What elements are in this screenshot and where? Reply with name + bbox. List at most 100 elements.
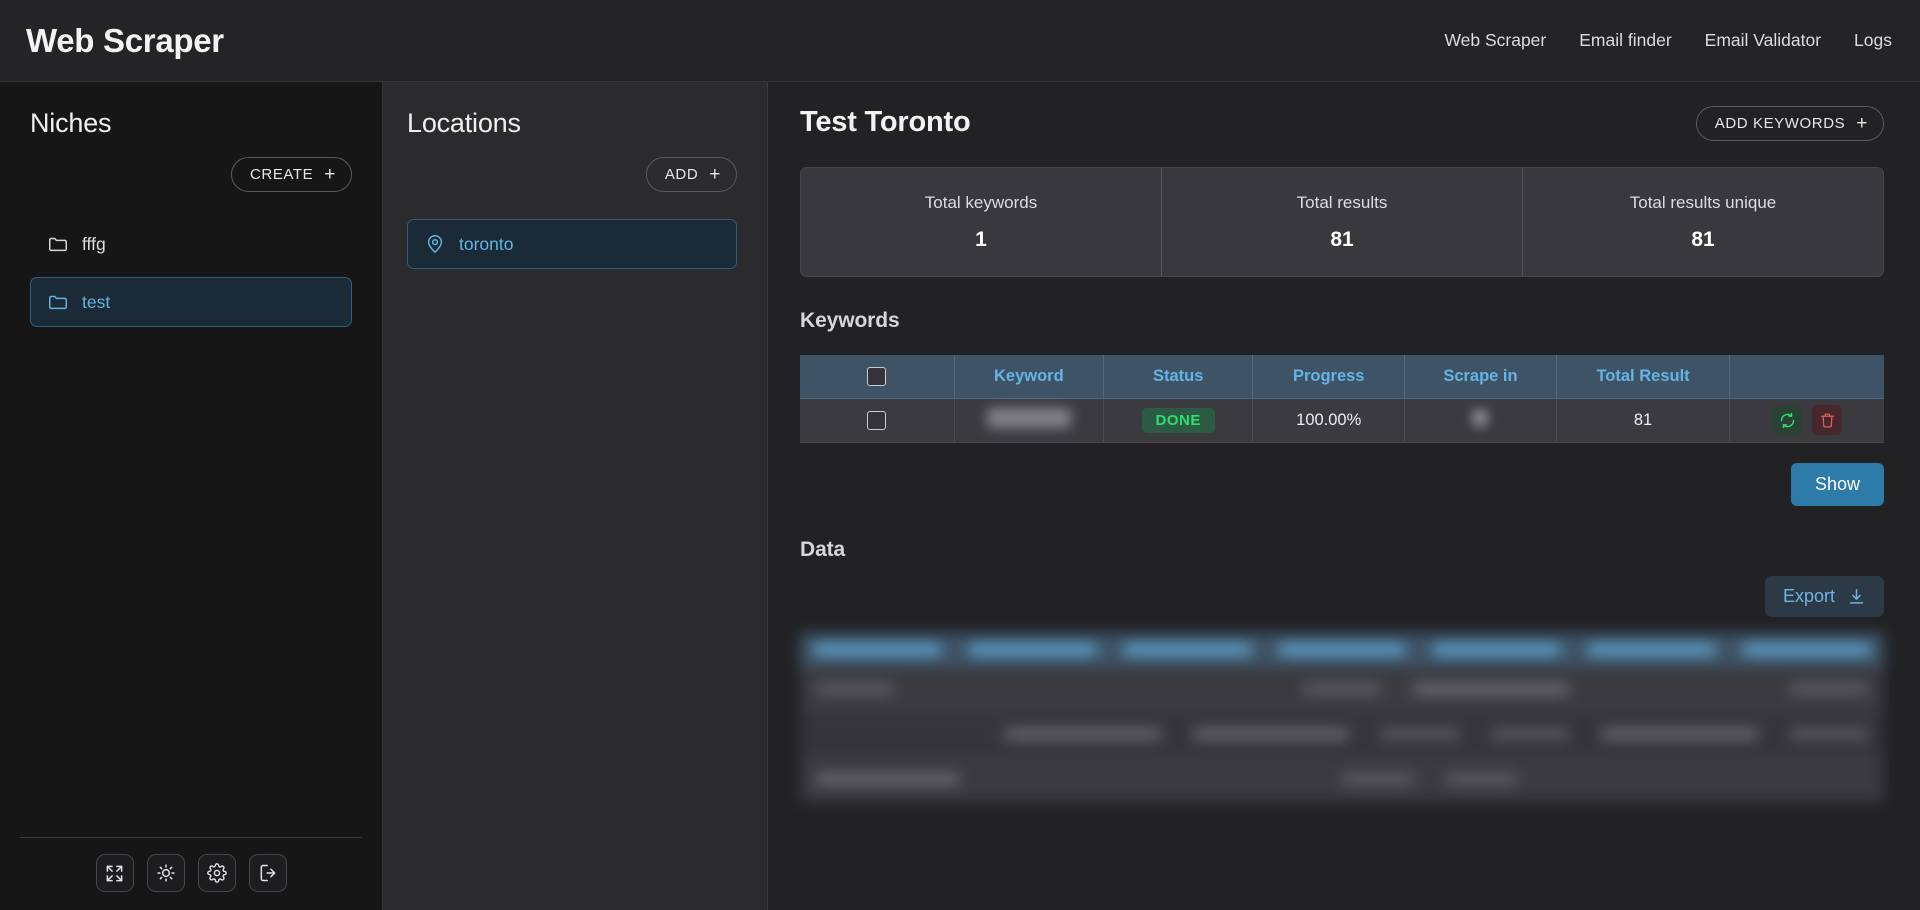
- data-cell: [1303, 683, 1381, 695]
- fullscreen-button[interactable]: [96, 854, 134, 892]
- brightness-icon: [156, 863, 176, 883]
- keywords-table: Keyword Status Progress Scrape in Total …: [800, 355, 1884, 443]
- main-content: Test Toronto ADD KEYWORDS + Total keywor…: [768, 82, 1920, 910]
- col-scrape-in[interactable]: Scrape in: [1405, 355, 1557, 398]
- data-cell: [816, 773, 959, 785]
- data-table-row: [800, 757, 1884, 802]
- add-keywords-label: ADD KEYWORDS: [1715, 115, 1846, 132]
- data-table-row: [800, 712, 1884, 757]
- nav-item-email-finder[interactable]: Email finder: [1579, 30, 1671, 51]
- locations-title: Locations: [407, 108, 737, 139]
- col-select-all: [800, 355, 954, 398]
- nav-item-logs[interactable]: Logs: [1854, 30, 1892, 51]
- data-cell: [1342, 773, 1414, 785]
- logout-icon: [258, 863, 278, 883]
- create-niche-label: CREATE: [250, 166, 313, 183]
- cell-keyword: [954, 398, 1103, 442]
- gear-icon: [207, 863, 227, 883]
- app-brand: Web Scraper: [26, 22, 224, 60]
- data-cell: [1790, 728, 1868, 740]
- table-row: DONE 100.00% 81: [800, 398, 1884, 442]
- select-all-checkbox[interactable]: [867, 367, 886, 386]
- stat-value: 81: [1691, 228, 1714, 252]
- data-cell: [1193, 728, 1349, 740]
- keywords-table-body: DONE 100.00% 81: [800, 398, 1884, 442]
- trash-icon: [1819, 412, 1836, 429]
- export-button[interactable]: Export: [1765, 576, 1884, 617]
- col-total-result[interactable]: Total Result: [1556, 355, 1729, 398]
- fullscreen-icon: [105, 864, 124, 883]
- data-cell: [1004, 728, 1160, 740]
- cell-select: [800, 398, 954, 442]
- page-title: Test Toronto: [800, 106, 971, 139]
- location-item-toronto[interactable]: toronto: [407, 219, 737, 269]
- stat-value: 1: [975, 228, 987, 252]
- refresh-keyword-button[interactable]: [1772, 405, 1802, 435]
- niche-item-test[interactable]: test: [30, 277, 352, 327]
- locations-list: toronto: [407, 219, 737, 269]
- export-label: Export: [1783, 586, 1835, 607]
- stat-label: Total results unique: [1630, 193, 1776, 213]
- header-cell: [1433, 644, 1560, 655]
- cell-scrape-in: [1405, 398, 1557, 442]
- data-table-row: [800, 667, 1884, 712]
- niches-title: Niches: [30, 108, 352, 139]
- header-cell: [1743, 644, 1870, 655]
- keywords-section-title: Keywords: [800, 309, 1884, 333]
- stat-label: Total results: [1297, 193, 1388, 213]
- add-keywords-button[interactable]: ADD KEYWORDS +: [1696, 106, 1884, 141]
- cell-progress: 100.00%: [1253, 398, 1405, 442]
- sidebar-tool-strip: [20, 837, 362, 892]
- table-header-row: Keyword Status Progress Scrape in Total …: [800, 355, 1884, 398]
- niche-item-label: fffg: [82, 234, 106, 255]
- col-progress[interactable]: Progress: [1253, 355, 1405, 398]
- cell-total-result: 81: [1556, 398, 1729, 442]
- data-section-title: Data: [800, 538, 1884, 562]
- map-pin-icon: [424, 233, 446, 255]
- stat-total-results: Total results 81: [1161, 168, 1522, 276]
- show-button[interactable]: Show: [1791, 463, 1884, 506]
- plus-icon: +: [324, 165, 336, 184]
- brightness-button[interactable]: [147, 854, 185, 892]
- redacted-scrape-in: [1472, 409, 1488, 427]
- header-cell: [1279, 644, 1406, 655]
- row-actions: [1772, 405, 1842, 435]
- plus-icon: +: [1856, 114, 1868, 133]
- locations-panel: Locations ADD + toronto: [383, 82, 768, 910]
- header-cell: [1588, 644, 1715, 655]
- locations-actions: ADD +: [407, 157, 737, 192]
- location-item-label: toronto: [459, 234, 513, 255]
- add-location-button[interactable]: ADD +: [646, 157, 737, 192]
- app-body: Niches CREATE + fffg test: [0, 82, 1920, 910]
- niches-panel: Niches CREATE + fffg test: [0, 82, 383, 910]
- keywords-table-head: Keyword Status Progress Scrape in Total …: [800, 355, 1884, 398]
- data-cell: [816, 683, 894, 695]
- col-keyword[interactable]: Keyword: [954, 355, 1103, 398]
- stat-label: Total keywords: [925, 193, 1037, 213]
- niche-item-fffg[interactable]: fffg: [30, 219, 352, 269]
- folder-icon: [47, 291, 69, 313]
- niches-actions: CREATE +: [30, 157, 352, 192]
- row-checkbox[interactable]: [867, 411, 886, 430]
- header-cell: [969, 644, 1096, 655]
- nav-item-web-scraper[interactable]: Web Scraper: [1444, 30, 1546, 51]
- niches-list: fffg test: [30, 219, 352, 327]
- data-cell: [1381, 728, 1459, 740]
- stats-card: Total keywords 1 Total results 81 Total …: [800, 167, 1884, 277]
- show-button-row: Show: [800, 463, 1884, 506]
- data-table-header-row: [800, 633, 1884, 667]
- create-niche-button[interactable]: CREATE +: [231, 157, 352, 192]
- status-badge: DONE: [1142, 408, 1215, 433]
- export-button-row: Export: [800, 576, 1884, 617]
- delete-keyword-button[interactable]: [1812, 405, 1842, 435]
- stat-total-keywords: Total keywords 1: [801, 168, 1161, 276]
- header-cell: [814, 644, 941, 655]
- data-table-redacted[interactable]: [800, 633, 1884, 803]
- settings-button[interactable]: [198, 854, 236, 892]
- data-cell: [1413, 683, 1569, 695]
- data-cell: [1446, 773, 1518, 785]
- data-cell: [1491, 728, 1569, 740]
- col-status[interactable]: Status: [1104, 355, 1253, 398]
- logout-button[interactable]: [249, 854, 287, 892]
- nav-item-email-validator[interactable]: Email Validator: [1705, 30, 1821, 51]
